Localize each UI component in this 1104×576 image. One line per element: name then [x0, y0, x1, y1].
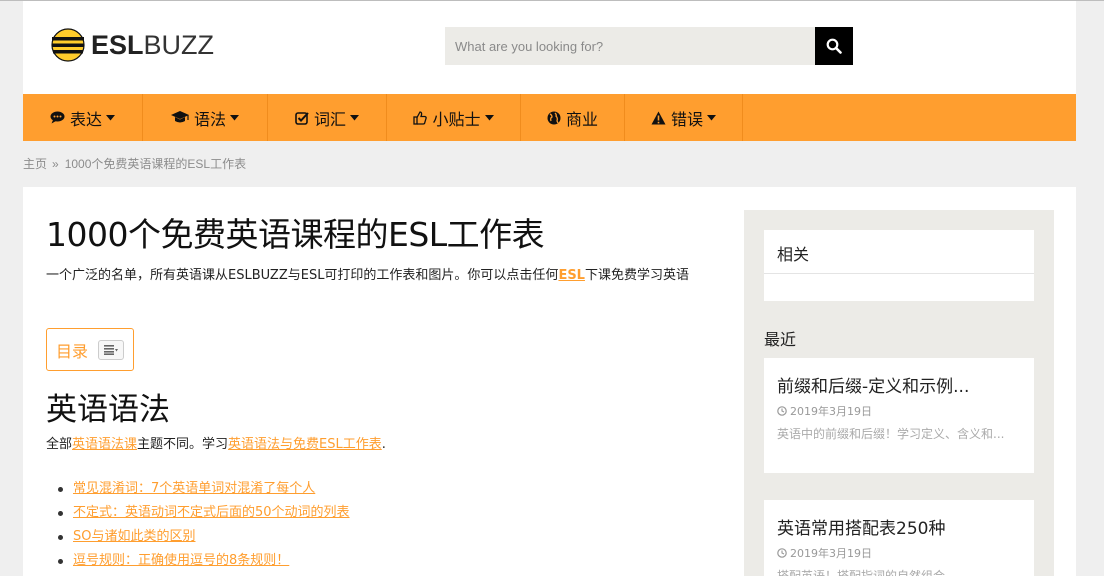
comment-icon [50, 111, 65, 124]
clock-icon [777, 548, 787, 558]
post-date-text: 2019年3月19日 [790, 405, 872, 418]
post-title[interactable]: 前缀和后缀-定义和示例... [777, 372, 1021, 397]
section-title: 英语语法 [46, 392, 170, 428]
breadcrumb-current: 1000个免费英语课程的ESL工作表 [64, 157, 247, 171]
caret-down-icon [484, 114, 494, 121]
post-title[interactable]: 英语常用搭配表250种 [777, 514, 1021, 539]
search-button[interactable] [815, 27, 853, 65]
nav-label: 词汇 [313, 109, 346, 129]
bullet [58, 559, 63, 564]
nav-label: 商业 [565, 109, 598, 129]
nav-label: 小贴士 [432, 109, 481, 129]
intro-text: 下课免费学习英语 [584, 268, 689, 283]
post-date-text: 2019年3月19日 [790, 547, 872, 560]
list-item: 不定式：英语动词不定式后面的50个动词的列表 [58, 503, 350, 527]
bullet [58, 511, 63, 516]
recent-post[interactable]: 英语常用搭配表250种 2019年3月19日 搭配英语！搭配指词的自然组合 [764, 500, 1034, 576]
nav-item-grammar[interactable]: 语法 [143, 94, 268, 141]
site-header: ESLBUZZ [23, 1, 1076, 94]
logo-esl: ESL [91, 29, 144, 60]
check-square-icon [295, 111, 309, 125]
list-item: SO与诸如此类的区别 [58, 527, 350, 551]
intro-link-esl[interactable]: ESL [558, 268, 585, 283]
graduation-cap-icon [170, 111, 189, 124]
recent-post[interactable]: 前缀和后缀-定义和示例... 2019年3月19日 英语中的前缀和后缀！学习定义… [764, 358, 1034, 473]
bee-icon [51, 28, 85, 62]
post-excerpt: 英语中的前缀和后缀！学习定义、含义和... [777, 427, 1005, 441]
page-title: 1000个免费英语课程的ESL工作表 [46, 215, 545, 254]
breadcrumb-home[interactable]: 主页 [23, 157, 47, 171]
related-widget: 相关 [764, 230, 1034, 301]
lesson-link[interactable]: 逗号规则：正确使用逗号的8条规则！ [73, 551, 289, 571]
main-content: 1000个免费英语课程的ESL工作表 一个广泛的名单，所有英语课从ESLBUZZ… [23, 187, 1076, 576]
list-icon [104, 344, 119, 355]
recent-title: 最近 [764, 330, 797, 349]
section-text: . [381, 437, 386, 452]
logo-wordmark: ESLBUZZ [91, 29, 215, 60]
list-item: 逗号规则：正确使用逗号的8条规则！ [58, 551, 350, 575]
toc-toggle-button[interactable] [98, 339, 125, 360]
caret-down-icon [106, 114, 115, 121]
divider [764, 273, 1034, 274]
globe-icon [547, 111, 561, 125]
sidebar: 相关 最近 前缀和后缀-定义和示例... 2019年3月19日 英语中的前缀和后… [744, 210, 1054, 576]
caret-down-icon [230, 114, 239, 121]
grammar-lesson-list: 常见混淆词：7个英语单词对混淆了每个人 不定式：英语动词不定式后面的50个动词的… [58, 479, 350, 575]
site-logo[interactable]: ESLBUZZ [51, 27, 214, 63]
post-date: 2019年3月19日 [777, 403, 1021, 419]
intro-text: 一个广泛的名单，所有英语课从ESLBUZZ与ESL可打印的工作表和图片。你可以点… [46, 268, 559, 283]
nav-item-tips[interactable]: 小贴士 [387, 94, 521, 141]
section-text: 全部 [46, 437, 73, 452]
lesson-link[interactable]: 常见混淆词：7个英语单词对混淆了每个人 [73, 479, 315, 499]
search-icon [826, 38, 842, 54]
nav-item-expressions[interactable]: 表达 [23, 94, 143, 141]
post-date: 2019年3月19日 [777, 545, 1021, 561]
lesson-link[interactable]: 不定式：英语动词不定式后面的50个动词的列表 [73, 503, 350, 523]
section-description: 全部英语语法课主题不同。学习英语语法与免费ESL工作表. [46, 433, 386, 452]
nav-label: 错误 [670, 109, 703, 129]
toc-label: 目录 [56, 341, 89, 361]
grammar-worksheets-link[interactable]: 英语语法与免费ESL工作表 [228, 437, 382, 452]
nav-label: 表达 [69, 109, 102, 129]
breadcrumb: 主页 » 1000个免费英语课程的ESL工作表 [23, 155, 246, 172]
caret-down-icon [350, 114, 359, 121]
nav-item-business[interactable]: 商业 [521, 94, 625, 141]
nav-item-mistakes[interactable]: 错误 [625, 94, 743, 141]
thumbs-up-icon [413, 110, 428, 125]
article-intro: 一个广泛的名单，所有英语课从ESLBUZZ与ESL可打印的工作表和图片。你可以点… [46, 264, 726, 288]
related-title: 相关 [777, 245, 810, 264]
lesson-link[interactable]: SO与诸如此类的区别 [73, 527, 196, 547]
bullet [58, 535, 63, 540]
nav-label: 语法 [193, 109, 226, 129]
main-nav: 表达 语法 词汇 小贴士 商业 错误 [23, 94, 1076, 141]
caret-down-icon [707, 114, 716, 121]
search-form [445, 27, 853, 65]
grammar-lessons-link[interactable]: 英语语法课 [72, 437, 137, 452]
nav-item-vocabulary[interactable]: 词汇 [268, 94, 387, 141]
post-excerpt: 搭配英语！搭配指词的自然组合 [777, 569, 946, 576]
bullet [58, 487, 63, 492]
table-of-contents: 目录 [46, 328, 134, 371]
logo-buzz: BUZZ [143, 29, 215, 60]
clock-icon [777, 406, 787, 416]
section-text: 主题不同。学习 [137, 437, 229, 452]
warning-icon [651, 111, 666, 125]
breadcrumb-separator: » [52, 157, 59, 171]
search-input[interactable] [445, 27, 815, 65]
list-item: 常见混淆词：7个英语单词对混淆了每个人 [58, 479, 350, 503]
